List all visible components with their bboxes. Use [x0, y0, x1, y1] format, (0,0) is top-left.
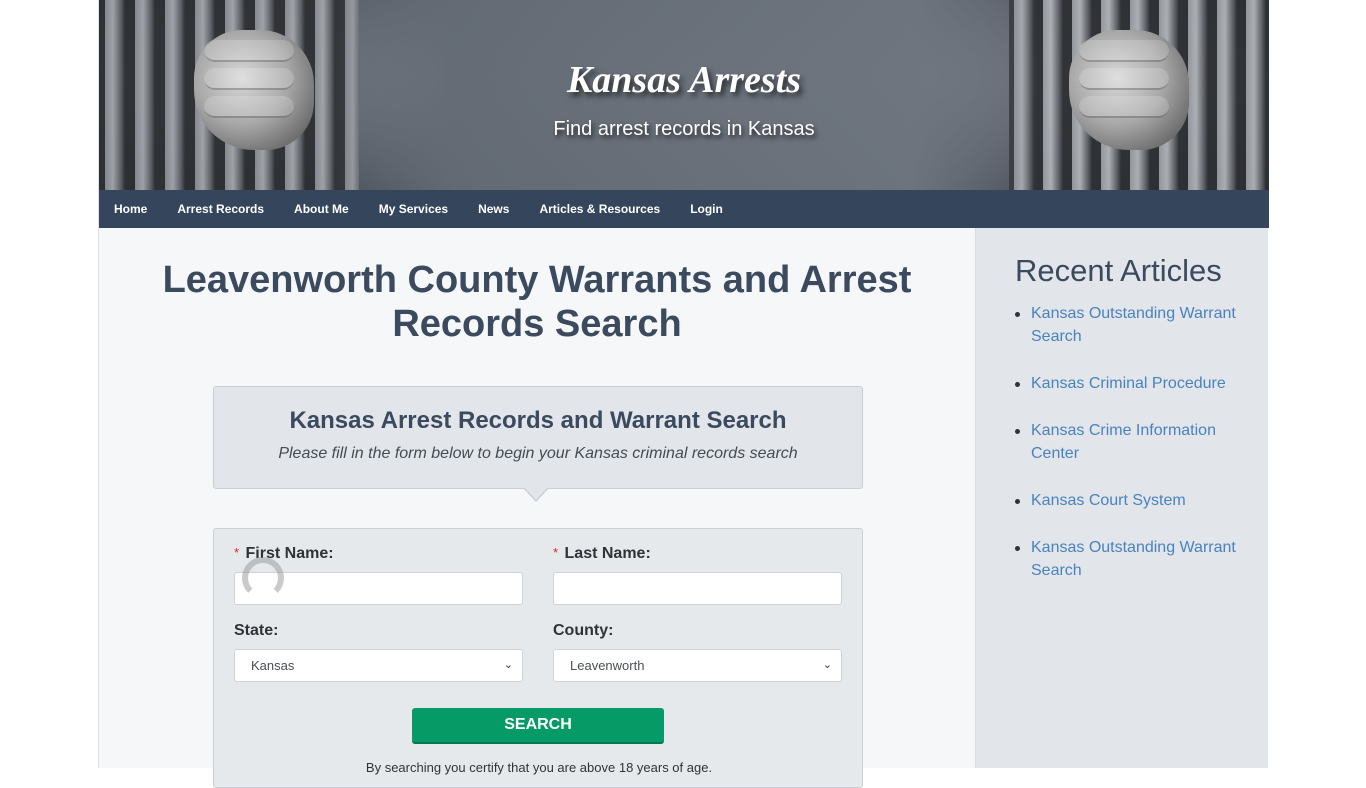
nav-articles-resources[interactable]: Articles & Resources [539, 202, 660, 216]
list-item: Kansas Outstanding Warrant Search [1015, 536, 1255, 582]
county-select[interactable]: Leavenworth ⌄ [553, 649, 842, 682]
article-link[interactable]: Kansas Outstanding Warrant Search [1031, 539, 1236, 579]
nav-login[interactable]: Login [690, 202, 723, 216]
sidebar: Recent Articles Kansas Outstanding Warra… [975, 228, 1268, 768]
chevron-down-icon: ⌄ [822, 659, 832, 671]
site-title[interactable]: Kansas Arrests [99, 58, 1269, 102]
last-name-label-text: Last Name: [564, 545, 651, 562]
list-item: Kansas Outstanding Warrant Search [1015, 302, 1255, 348]
article-link[interactable]: Kansas Criminal Procedure [1031, 375, 1226, 392]
required-marker: * [234, 545, 240, 560]
county-label: County: [553, 622, 614, 639]
chevron-down-icon: ⌄ [503, 659, 513, 671]
list-item: Kansas Criminal Procedure [1015, 372, 1255, 395]
nav-news[interactable]: News [478, 202, 509, 216]
search-intro-box: Kansas Arrest Records and Warrant Search… [213, 386, 863, 489]
article-link[interactable]: Kansas Court System [1031, 492, 1186, 509]
state-field: State: Kansas ⌄ [234, 622, 523, 682]
search-intro-subheading: Please fill in the form below to begin y… [278, 445, 798, 462]
main-content: Leavenworth County Warrants and Arrest R… [99, 228, 975, 788]
nav-my-services[interactable]: My Services [379, 202, 448, 216]
county-selected-value: Leavenworth [570, 658, 645, 673]
article-link[interactable]: Kansas Crime Information Center [1031, 422, 1216, 462]
first-name-label: * First Name: [234, 545, 523, 563]
county-field: County: Leavenworth ⌄ [553, 622, 842, 682]
main-nav: Home Arrest Records About Me My Services… [99, 190, 1269, 228]
state-selected-value: Kansas [251, 658, 295, 673]
state-label: State: [234, 622, 279, 639]
state-select[interactable]: Kansas ⌄ [234, 649, 523, 682]
header-banner: Kansas Arrests Find arrest records in Ka… [99, 0, 1269, 190]
page-container: Kansas Arrests Find arrest records in Ka… [98, 0, 1269, 788]
recent-articles-heading: Recent Articles [1015, 253, 1222, 288]
search-button[interactable]: SEARCH [412, 708, 664, 744]
search-form: * First Name: * Last Name: State: Kansas… [213, 528, 863, 788]
article-link[interactable]: Kansas Outstanding Warrant Search [1031, 305, 1236, 345]
nav-arrest-records[interactable]: Arrest Records [177, 202, 264, 216]
list-item: Kansas Court System [1015, 489, 1255, 512]
site-tagline: Find arrest records in Kansas [553, 118, 815, 140]
last-name-input[interactable] [553, 572, 842, 605]
page-title: Leavenworth County Warrants and Arrest R… [162, 259, 912, 345]
intro-pointer-arrow-fill [524, 487, 548, 500]
last-name-label: * Last Name: [553, 545, 842, 563]
recent-articles-list: Kansas Outstanding Warrant Search Kansas… [1015, 302, 1255, 606]
nav-about-me[interactable]: About Me [294, 202, 349, 216]
required-marker: * [553, 545, 559, 560]
last-name-field: * Last Name: [553, 545, 842, 605]
nav-home[interactable]: Home [114, 202, 147, 216]
list-item: Kansas Crime Information Center [1015, 419, 1255, 465]
loading-spinner-icon [242, 557, 284, 599]
search-intro-heading: Kansas Arrest Records and Warrant Search [289, 407, 787, 434]
